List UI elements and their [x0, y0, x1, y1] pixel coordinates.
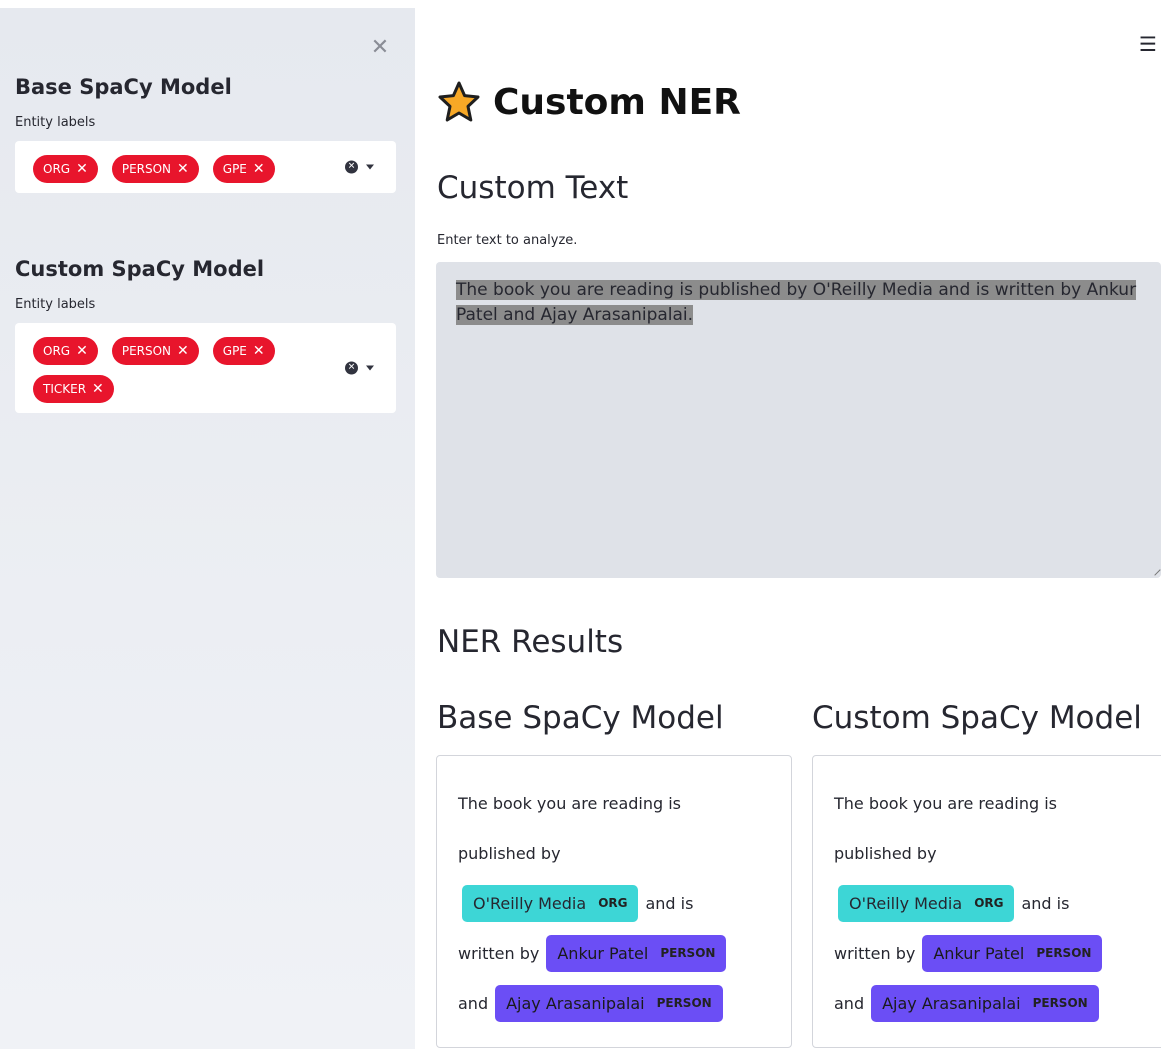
hamburger-menu-icon[interactable]: ☰	[1139, 34, 1157, 54]
result-line: and Ajay Arasanipalai PERSON	[834, 978, 1161, 1028]
remove-chip-icon[interactable]: ✕	[76, 337, 88, 365]
text-input-value: The book you are reading is published by…	[456, 280, 1137, 325]
remove-chip-icon[interactable]: ✕	[76, 155, 88, 183]
sidebar: ✕ Base SpaCy Model Entity labels ORG ✕ PE…	[0, 8, 415, 1049]
chevron-down-icon[interactable]	[366, 164, 374, 170]
clear-all-icon[interactable]: ✕	[345, 160, 358, 174]
page-title-row: Custom NER	[437, 80, 741, 124]
chip-gpe[interactable]: GPE ✕	[212, 337, 275, 365]
result-line: The book you are reading is	[458, 793, 682, 813]
resize-handle-icon[interactable]	[1149, 564, 1161, 576]
text-input-area[interactable]: The book you are reading is published by…	[436, 262, 1161, 578]
custom-entity-multiselect[interactable]: ORG ✕ PERSON ✕ GPE ✕ TICKER ✕ ✕	[15, 323, 396, 413]
chevron-down-icon[interactable]	[366, 365, 374, 371]
custom-entity-labels-label: Entity labels	[15, 297, 96, 312]
chip-person[interactable]: PERSON ✕	[111, 337, 199, 365]
base-results-card: The book you are reading is published by…	[436, 755, 792, 1048]
result-line: written by Ankur Patel PERSON	[458, 928, 791, 978]
result-line: published by	[834, 843, 937, 863]
base-entity-multiselect[interactable]: ORG ✕ PERSON ✕ GPE ✕ ✕	[15, 141, 396, 193]
star-icon	[438, 81, 480, 122]
custom-model-section: Custom SpaCy Model Entity labels ORG ✕ PE…	[15, 257, 396, 413]
entity-person: Ankur Patel PERSON	[546, 934, 727, 972]
entity-person: Ajay Arasanipalai PERSON	[871, 984, 1099, 1022]
entity-person: Ankur Patel PERSON	[922, 934, 1103, 972]
remove-chip-icon[interactable]: ✕	[253, 337, 265, 365]
remove-chip-icon[interactable]: ✕	[177, 337, 189, 365]
remove-chip-icon[interactable]: ✕	[92, 375, 104, 403]
base-model-heading: Base SpaCy Model	[15, 75, 232, 99]
entity-org: O'Reilly Media ORG	[838, 884, 1015, 922]
custom-model-heading: Custom SpaCy Model	[15, 257, 265, 281]
base-results-heading: Base SpaCy Model	[437, 700, 724, 736]
result-line: The book you are reading is	[834, 793, 1058, 813]
chip-person[interactable]: PERSON ✕	[111, 155, 199, 183]
text-input-label: Enter text to analyze.	[437, 233, 578, 248]
page-title: Custom NER	[493, 81, 741, 123]
chip-org[interactable]: ORG ✕	[33, 155, 98, 183]
custom-results-heading: Custom SpaCy Model	[812, 700, 1142, 736]
remove-chip-icon[interactable]: ✕	[177, 155, 189, 183]
result-line: written by Ankur Patel PERSON	[834, 928, 1161, 978]
custom-text-heading: Custom Text	[437, 170, 629, 206]
entity-person: Ajay Arasanipalai PERSON	[495, 984, 723, 1022]
entity-org: O'Reilly Media ORG	[462, 884, 639, 922]
close-icon[interactable]: ✕	[368, 36, 392, 60]
result-line: O'Reilly Media ORG and is	[834, 878, 1161, 928]
ner-results-heading: NER Results	[437, 624, 624, 660]
remove-chip-icon[interactable]: ✕	[253, 155, 265, 183]
result-line: and Ajay Arasanipalai PERSON	[458, 978, 791, 1028]
result-line: O'Reilly Media ORG and is	[458, 878, 791, 928]
custom-results-card: The book you are reading is published by…	[812, 755, 1161, 1048]
chip-org[interactable]: ORG ✕	[33, 337, 98, 365]
base-model-section: Base SpaCy Model Entity labels ORG ✕ PERS…	[15, 75, 396, 193]
chip-ticker[interactable]: TICKER ✕	[33, 375, 114, 403]
result-line: published by	[458, 843, 561, 863]
base-entity-labels-label: Entity labels	[15, 115, 96, 130]
clear-all-icon[interactable]: ✕	[345, 361, 358, 375]
chip-gpe[interactable]: GPE ✕	[212, 155, 275, 183]
